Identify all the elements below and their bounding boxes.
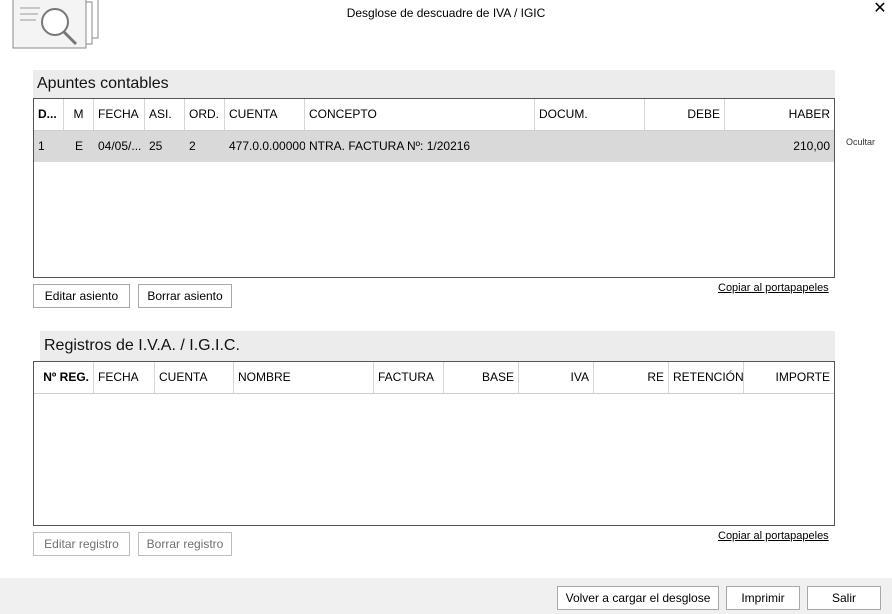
apuntes-header: Apuntes contables — [33, 70, 835, 98]
edit-asiento-button[interactable]: Editar asiento — [33, 284, 130, 308]
col-factura[interactable]: FACTURA — [374, 362, 444, 393]
delete-asiento-button[interactable]: Borrar asiento — [138, 284, 232, 308]
cell-d: 1 — [38, 139, 45, 153]
print-button[interactable]: Imprimir — [726, 586, 800, 610]
col-base[interactable]: BASE — [444, 362, 519, 393]
cell-fecha: 04/05/... — [98, 139, 142, 153]
window-title: Desglose de descuadre de IVA / IGIC — [346, 6, 546, 20]
apuntes-grid-header: D... M FECHA ASI. ORD. CUENTA CONCEPTO D… — [34, 99, 834, 131]
col-debe[interactable]: DEBE — [645, 99, 725, 130]
col-importe[interactable]: IMPORTE — [744, 362, 834, 393]
cell-haber: 210,00 — [793, 139, 830, 153]
edit-registro-button[interactable]: Editar registro — [33, 532, 130, 556]
col-retencion[interactable]: RETENCIÓN — [669, 362, 744, 393]
table-row[interactable]: 1 E 04/05/... 25 2 477.0.0.00000 NTRA. F… — [34, 131, 834, 162]
col-haber[interactable]: HABER — [725, 99, 834, 130]
col-re[interactable]: RE — [594, 362, 669, 393]
apuntes-grid[interactable]: D... M FECHA ASI. ORD. CUENTA CONCEPTO D… — [33, 98, 835, 278]
cell-debe — [645, 131, 725, 162]
col-fecha[interactable]: FECHA — [94, 362, 155, 393]
cell-cuenta: 477.0.0.00000 — [229, 139, 305, 153]
col-iva[interactable]: IVA — [519, 362, 594, 393]
cell-concepto: NTRA. FACTURA Nº: 1/20216 — [309, 139, 471, 153]
col-fecha[interactable]: FECHA — [94, 99, 145, 130]
copy-registros-link[interactable]: Copiar al portapapeles — [718, 530, 829, 542]
cell-ord: 2 — [189, 139, 196, 153]
cell-docum — [535, 131, 645, 162]
reload-button[interactable]: Volver a cargar el desglose — [557, 586, 719, 610]
col-concepto[interactable]: CONCEPTO — [305, 99, 535, 130]
footer-bar: Volver a cargar el desglose Imprimir Sal… — [0, 578, 892, 614]
col-ord[interactable]: ORD. — [185, 99, 225, 130]
col-d[interactable]: D... — [34, 99, 64, 130]
hide-column-button[interactable]: Ocultar — [846, 137, 875, 147]
col-nreg[interactable]: Nº REG. — [34, 362, 94, 393]
col-nombre[interactable]: NOMBRE — [234, 362, 374, 393]
exit-button[interactable]: Salir — [807, 586, 881, 610]
close-icon[interactable]: ✕ — [870, 0, 890, 18]
col-asi[interactable]: ASI. — [145, 99, 185, 130]
registros-grid[interactable]: Nº REG. FECHA CUENTA NOMBRE FACTURA BASE… — [33, 361, 835, 526]
cell-asi: 25 — [149, 139, 163, 153]
registros-header: Registros de I.V.A. / I.G.I.C. — [40, 331, 835, 361]
col-cuenta[interactable]: CUENTA — [225, 99, 305, 130]
col-cuenta[interactable]: CUENTA — [155, 362, 234, 393]
copy-apuntes-link[interactable]: Copiar al portapapeles — [718, 282, 829, 294]
apuntes-header-label: Apuntes contables — [37, 75, 169, 92]
cell-m: E — [74, 139, 83, 153]
col-docum[interactable]: DOCUM. — [535, 99, 645, 130]
col-m[interactable]: M — [64, 99, 94, 130]
registros-header-label: Registros de I.V.A. / I.G.I.C. — [44, 337, 240, 354]
delete-registro-button[interactable]: Borrar registro — [138, 532, 232, 556]
registros-grid-header: Nº REG. FECHA CUENTA NOMBRE FACTURA BASE… — [34, 362, 834, 394]
